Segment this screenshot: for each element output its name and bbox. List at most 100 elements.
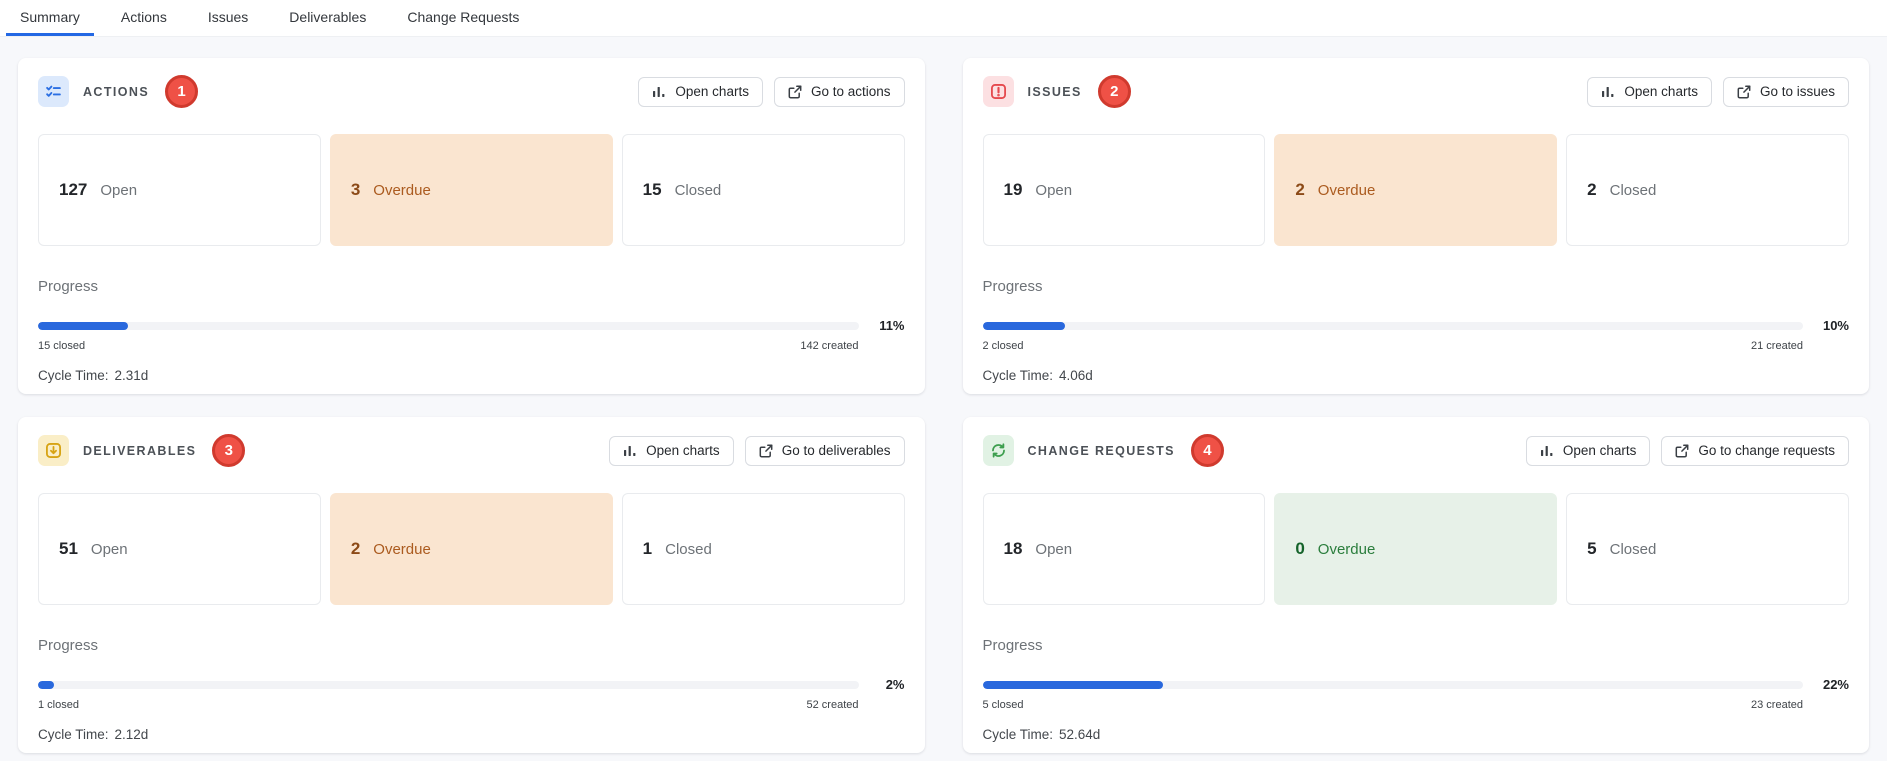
- checklist-icon: [38, 76, 69, 107]
- progress-fill: [983, 681, 1164, 689]
- stat-overdue: 2 Overdue: [1274, 134, 1557, 246]
- go-to-change-requests-button[interactable]: Go to change requests: [1661, 436, 1849, 466]
- cycle-time-label: Cycle Time:: [38, 368, 109, 383]
- go-to-issues-button[interactable]: Go to issues: [1723, 77, 1849, 107]
- tab-change-requests[interactable]: Change Requests: [393, 0, 533, 36]
- open-charts-label: Open charts: [646, 443, 720, 458]
- cycle-time-label: Cycle Time:: [983, 368, 1054, 383]
- open-charts-button[interactable]: Open charts: [609, 436, 734, 466]
- external-link-icon: [759, 444, 773, 458]
- cycle-time-value: 4.06d: [1059, 368, 1093, 383]
- panel-badge: 2: [1098, 75, 1131, 108]
- open-count: 51: [59, 539, 78, 559]
- progress-percent: 10%: [1813, 318, 1849, 333]
- overdue-count: 0: [1295, 539, 1304, 559]
- created-total: 21 created: [1751, 340, 1803, 352]
- progress-fill: [38, 322, 128, 330]
- stat-overdue: 3 Overdue: [330, 134, 613, 246]
- bar-chart-icon: [1601, 85, 1615, 99]
- open-charts-label: Open charts: [1624, 84, 1698, 99]
- panel-title: DELIVERABLES: [83, 444, 196, 458]
- cycle-time: Cycle Time: 2.12d: [38, 727, 905, 742]
- progress-track: [38, 322, 859, 330]
- panel-title: CHANGE REQUESTS: [1028, 444, 1175, 458]
- open-charts-button[interactable]: Open charts: [638, 77, 763, 107]
- progress-percent: 22%: [1813, 677, 1849, 692]
- closed-label: Closed: [1610, 541, 1657, 558]
- overdue-count: 2: [351, 539, 360, 559]
- tab-summary[interactable]: Summary: [6, 0, 94, 36]
- open-label: Open: [1035, 182, 1072, 199]
- tab-actions[interactable]: Actions: [107, 0, 181, 36]
- cycle-time-value: 2.31d: [115, 368, 149, 383]
- external-link-icon: [788, 85, 802, 99]
- cycle-time: Cycle Time:52.64d: [983, 727, 1850, 742]
- bar-chart-icon: [623, 444, 637, 458]
- cycle-time-label: Cycle Time:: [38, 727, 109, 742]
- open-label: Open: [1035, 541, 1072, 558]
- go-to-change-requests-label: Go to change requests: [1698, 443, 1835, 458]
- panel-badge: 1: [165, 75, 198, 108]
- stat-open: 19 Open: [983, 134, 1266, 246]
- go-to-issues-label: Go to issues: [1760, 84, 1835, 99]
- panel-issues-header: ISSUES 2 Open charts Go to issu: [983, 75, 1850, 108]
- deliverable-icon: [38, 435, 69, 466]
- bar-chart-icon: [652, 85, 666, 99]
- overdue-count: 2: [1295, 180, 1304, 200]
- progress-track: [38, 681, 859, 689]
- closed-total: 2 closed: [983, 340, 1024, 352]
- overdue-label: Overdue: [373, 182, 431, 199]
- panel-badge: 3: [212, 434, 245, 467]
- closed-label: Closed: [675, 182, 722, 199]
- progress-track: [983, 681, 1804, 689]
- open-charts-button[interactable]: Open charts: [1526, 436, 1651, 466]
- go-to-actions-button[interactable]: Go to actions: [774, 77, 905, 107]
- open-charts-button[interactable]: Open charts: [1587, 77, 1712, 107]
- cycle-time: Cycle Time: 4.06d: [983, 368, 1850, 383]
- open-count: 127: [59, 180, 87, 200]
- cycle-time-value: 2.12d: [115, 727, 149, 742]
- panel-badge: 4: [1191, 434, 1224, 467]
- cycle-time: Cycle Time: 2.31d: [38, 368, 905, 383]
- stat-overdue: 2 Overdue: [330, 493, 613, 605]
- panel-deliverables: DELIVERABLES 3 Open charts Go t: [18, 417, 925, 753]
- go-to-deliverables-label: Go to deliverables: [782, 443, 891, 458]
- panel-issues: ISSUES 2 Open charts Go to issu: [963, 58, 1870, 394]
- external-link-icon: [1737, 85, 1751, 99]
- closed-count: 1: [643, 539, 652, 559]
- overdue-label: Overdue: [373, 541, 431, 558]
- closed-count: 2: [1587, 180, 1596, 200]
- tab-issues[interactable]: Issues: [194, 0, 262, 36]
- go-to-deliverables-button[interactable]: Go to deliverables: [745, 436, 905, 466]
- closed-label: Closed: [665, 541, 712, 558]
- stat-closed: 2 Closed: [1566, 134, 1849, 246]
- issue-icon: [983, 76, 1014, 107]
- stat-open: 127 Open: [38, 134, 321, 246]
- progress-heading: Progress: [983, 278, 1850, 295]
- closed-total: 15 closed: [38, 340, 85, 352]
- progress-heading: Progress: [38, 278, 905, 295]
- open-label: Open: [91, 541, 128, 558]
- closed-count: 15: [643, 180, 662, 200]
- overdue-label: Overdue: [1318, 541, 1376, 558]
- panel-actions: ACTIONS 1 Open charts Go to act: [18, 58, 925, 394]
- panel-title: ISSUES: [1028, 85, 1082, 99]
- cycle-time-label: Cycle Time:: [983, 727, 1054, 742]
- panel-change-requests: CHANGE REQUESTS 4 Open charts G: [963, 417, 1870, 753]
- created-total: 23 created: [1751, 699, 1803, 711]
- panel-deliverables-header: DELIVERABLES 3 Open charts Go t: [38, 434, 905, 467]
- closed-total: 5 closed: [983, 699, 1024, 711]
- tab-deliverables[interactable]: Deliverables: [275, 0, 380, 36]
- progress-fill: [38, 681, 54, 689]
- created-total: 142 created: [800, 340, 858, 352]
- open-count: 18: [1004, 539, 1023, 559]
- open-charts-label: Open charts: [1563, 443, 1637, 458]
- bar-chart-icon: [1540, 444, 1554, 458]
- panel-actions-header: ACTIONS 1 Open charts Go to act: [38, 75, 905, 108]
- progress-heading: Progress: [38, 637, 905, 654]
- sync-icon: [983, 435, 1014, 466]
- overdue-count: 3: [351, 180, 360, 200]
- overdue-label: Overdue: [1318, 182, 1376, 199]
- created-total: 52 created: [807, 699, 859, 711]
- stat-closed: 5 Closed: [1566, 493, 1849, 605]
